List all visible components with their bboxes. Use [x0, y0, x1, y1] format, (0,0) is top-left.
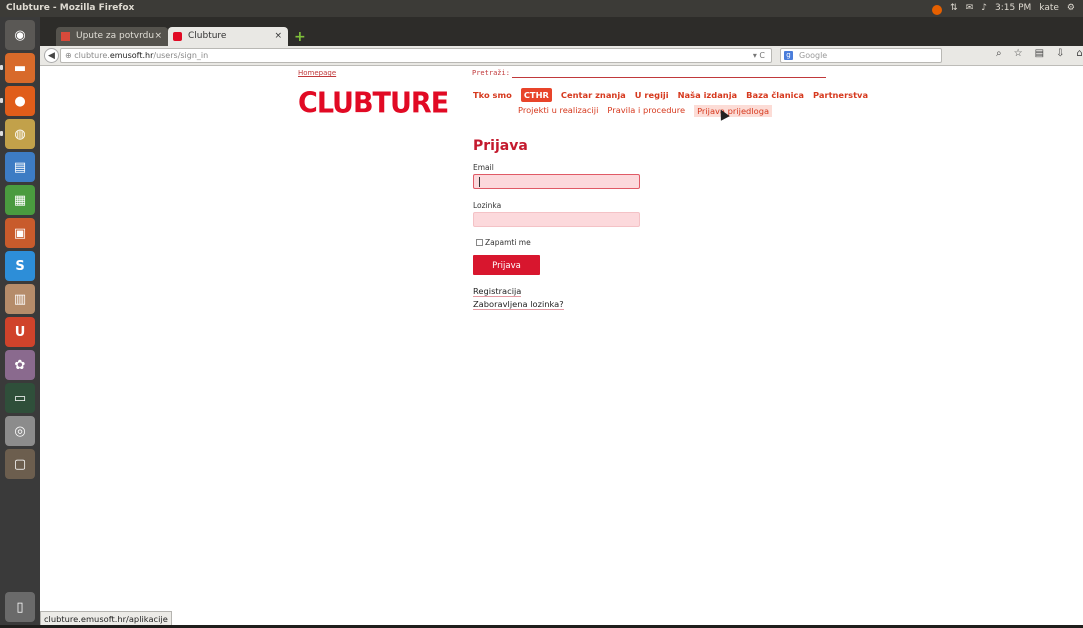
top-panel: Clubture - Mozilla Firefox ⇅ ✉ ♪ 3:15 PM…: [0, 0, 1083, 17]
home-icon[interactable]: ⌂: [1076, 48, 1082, 59]
search-icon[interactable]: ⌕: [996, 48, 1002, 59]
password-label: Lozinka: [473, 201, 502, 210]
mail-icon[interactable]: ✉: [966, 0, 974, 17]
email-label: Email: [473, 163, 494, 172]
homepage-link[interactable]: Homepage: [298, 69, 336, 77]
bookmarks-menu-icon[interactable]: ▤: [1035, 48, 1044, 59]
calc-icon[interactable]: ▦: [5, 185, 35, 215]
url-prefix: clubture.: [74, 51, 110, 60]
disk-icon[interactable]: ◎: [5, 416, 35, 446]
nav-item-nasa-izdanja[interactable]: Naša izdanja: [678, 90, 738, 100]
google-icon[interactable]: g: [784, 51, 793, 60]
main-nav: Tko smo CTHR Centar znanja U regiji Naša…: [473, 88, 877, 102]
search-bar[interactable]: g Google: [780, 48, 942, 63]
gmail-icon: [61, 32, 70, 41]
forgot-password-link[interactable]: Zaboravljena lozinka?: [473, 299, 564, 310]
remember-me-label[interactable]: Zapamti me: [485, 238, 531, 247]
running-pip: [0, 98, 3, 103]
nav-item-centar-znanja[interactable]: Centar znanja: [561, 90, 626, 100]
tab-clubture[interactable]: Clubture ×: [168, 27, 288, 46]
tab-label: Clubture: [188, 31, 227, 41]
close-icon[interactable]: ×: [154, 27, 162, 46]
subnav-item-prijava-prijedloga[interactable]: Prijava prijedloga: [694, 105, 773, 117]
search-label: Pretraži:: [472, 69, 510, 77]
toolbar-icons: ⌕ ☆ ▤ ⇩ ⌂ ≡: [996, 48, 1083, 59]
nav-item-cthr[interactable]: CTHR: [520, 88, 552, 102]
writer-icon[interactable]: ▤: [5, 152, 35, 182]
nav-item-baza-clanica[interactable]: Baza članica: [746, 90, 804, 100]
globe-icon: ⊕: [65, 51, 72, 60]
subnav-item-projekti[interactable]: Projekti u realizaciji: [518, 105, 598, 117]
ubuntu-one-icon[interactable]: U: [5, 317, 35, 347]
email-field[interactable]: [473, 174, 640, 189]
clock[interactable]: 3:15 PM: [995, 0, 1031, 17]
url-path: /users/sign_in: [153, 51, 209, 60]
launcher: ◉ ▬ ● ◍ ▤ ▦ ▣ S ▥ U ✿ ▭ ◎ ▢ ▯: [0, 17, 40, 628]
reload-icon[interactable]: ▾ C: [753, 49, 765, 62]
terminal-icon[interactable]: ▭: [5, 383, 35, 413]
download-icon[interactable]: ⇩: [1056, 48, 1064, 59]
search-placeholder: Google: [799, 51, 828, 60]
files-icon[interactable]: ▬: [5, 53, 35, 83]
register-link[interactable]: Registracija: [473, 286, 522, 297]
impress-icon[interactable]: ▣: [5, 218, 35, 248]
running-pip: [0, 131, 3, 136]
tab-bar: Upute za potvrdu ko... × Clubture × +: [40, 17, 1083, 60]
password-field[interactable]: [473, 212, 640, 227]
nav-item-tko-smo[interactable]: Tko smo: [473, 90, 512, 100]
system-tray: ⇅ ✉ ♪ 3:15 PM kate ⚙: [932, 0, 1075, 17]
remember-me-checkbox[interactable]: [476, 239, 483, 246]
chrome-icon[interactable]: ◍: [5, 119, 35, 149]
site-search-input[interactable]: [512, 77, 826, 78]
nav-item-partnerstva[interactable]: Partnerstva: [813, 90, 868, 100]
nav-item-u-regiji[interactable]: U regiji: [635, 90, 669, 100]
software-center-icon[interactable]: ▥: [5, 284, 35, 314]
running-pip: [0, 65, 3, 70]
gear-icon[interactable]: ⚙: [1067, 0, 1075, 17]
network-icon[interactable]: ⇅: [950, 0, 958, 17]
page-title: Prijava: [473, 138, 528, 154]
login-button[interactable]: Prijava: [473, 255, 540, 275]
close-icon[interactable]: ×: [274, 27, 282, 46]
web-page: Homepage Pretraži: CLUBTURE Tko smo CTHR…: [40, 66, 1083, 608]
settings-icon[interactable]: ✿: [5, 350, 35, 380]
url-bar[interactable]: ⊕ clubture.emusoft.hr/users/sign_in ▾ C: [60, 48, 772, 63]
trash-icon[interactable]: ▯: [5, 592, 35, 622]
sound-icon[interactable]: ♪: [981, 0, 987, 17]
dash-icon[interactable]: ◉: [5, 20, 35, 50]
text-caret: [479, 177, 480, 187]
new-tab-button[interactable]: +: [294, 30, 306, 44]
skype-icon[interactable]: S: [5, 251, 35, 281]
clubture-favicon-icon: [173, 32, 182, 41]
bookmark-star-icon[interactable]: ☆: [1014, 48, 1023, 59]
sub-nav: Projekti u realizaciji Pravila i procedu…: [518, 105, 773, 117]
firefox-indicator-icon[interactable]: [932, 5, 943, 15]
screen: Clubture - Mozilla Firefox ⇅ ✉ ♪ 3:15 PM…: [0, 0, 1083, 628]
user-name[interactable]: kate: [1039, 0, 1059, 17]
clubture-logo[interactable]: CLUBTURE: [298, 87, 449, 120]
window-title: Clubture - Mozilla Firefox: [6, 3, 135, 13]
navigation-toolbar: ◀ ⊕ clubture.emusoft.hr/users/sign_in ▾ …: [40, 46, 1083, 66]
url-host: emusoft.hr: [109, 51, 154, 60]
firefox-icon[interactable]: ●: [5, 86, 35, 116]
back-button[interactable]: ◀: [44, 48, 59, 63]
tab-upute[interactable]: Upute za potvrdu ko... ×: [56, 27, 168, 60]
workspace-icon[interactable]: ▢: [5, 449, 35, 479]
subnav-item-pravila[interactable]: Pravila i procedure: [607, 105, 685, 117]
